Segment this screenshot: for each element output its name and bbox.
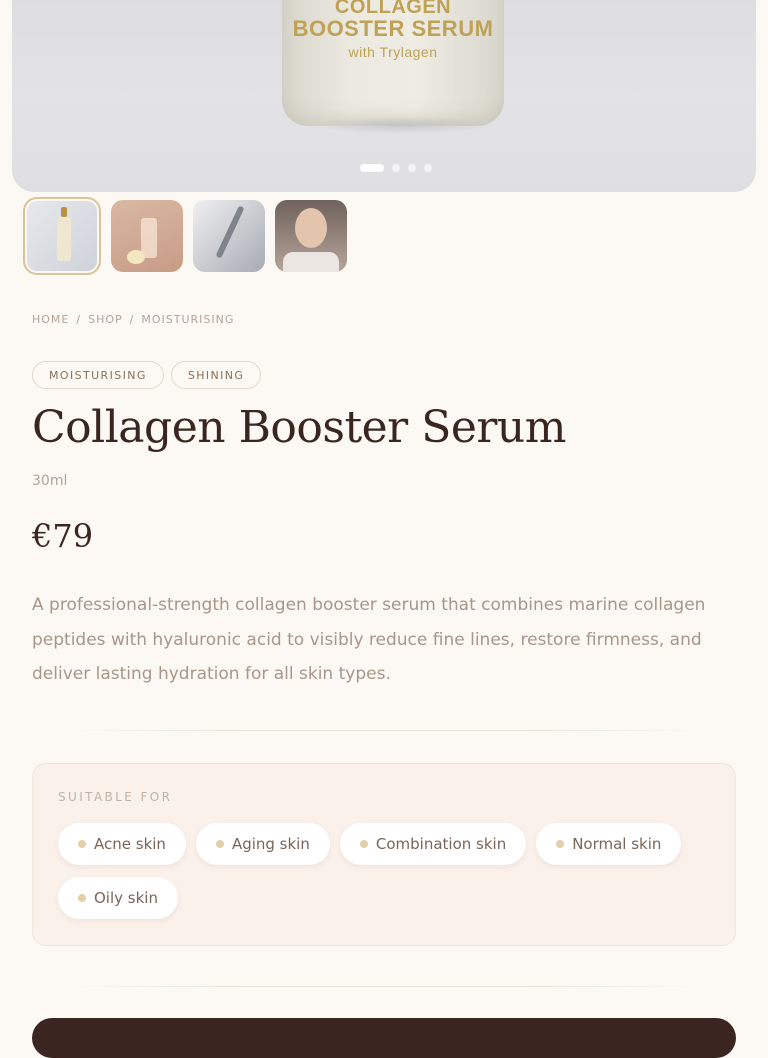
product-tags: MOISTURISING SHINING <box>32 361 262 389</box>
carousel-dot[interactable] <box>424 164 432 172</box>
skin-type-chip-oily: Oily skin <box>58 877 178 919</box>
bullet-dot-icon <box>556 840 565 848</box>
thumbnail-strip <box>23 197 347 275</box>
bottle-thumb-image <box>141 218 157 258</box>
bullet-dot-icon <box>359 840 368 848</box>
flower-image <box>127 250 145 264</box>
section-divider <box>64 986 704 987</box>
product-image-carousel[interactable]: COLLAGEN BOOSTER SERUM with Trylagen <box>12 0 756 192</box>
suitable-for-panel: SUITABLE FOR Acne skin Aging skin Combin… <box>32 763 736 946</box>
thumbnail-dropper[interactable] <box>193 200 265 272</box>
bottle-thumb-image <box>57 207 71 261</box>
breadcrumb-separator: / <box>76 313 82 326</box>
skin-type-label: Aging skin <box>231 835 310 853</box>
carousel-dot[interactable] <box>392 164 400 172</box>
carousel-dot[interactable] <box>408 164 416 172</box>
thumbnail-model-applying[interactable] <box>275 200 347 272</box>
skin-type-label: Acne skin <box>94 835 166 853</box>
carousel-dot-active[interactable] <box>360 164 384 172</box>
thumbnail-bottle-with-flowers[interactable] <box>111 200 183 272</box>
tag-shining[interactable]: SHINING <box>170 361 262 389</box>
product-title: Collagen Booster Serum <box>32 402 566 453</box>
skin-type-label: Combination skin <box>375 835 507 853</box>
skin-type-chip-normal: Normal skin <box>536 823 682 865</box>
breadcrumb-separator: / <box>129 313 135 326</box>
skin-type-chip-aging: Aging skin <box>195 823 330 865</box>
product-volume: 30ml <box>32 473 68 489</box>
bullet-dot-icon <box>215 840 224 848</box>
product-price: €79 <box>32 517 94 555</box>
breadcrumb-moisturising[interactable]: MOISTURISING <box>141 313 234 326</box>
bullet-dot-icon <box>78 840 86 848</box>
thumbnail-bottle-front[interactable] <box>23 197 101 275</box>
dropper-image <box>215 205 245 259</box>
product-description: A professional-strength collagen booster… <box>32 595 706 684</box>
serum-bottle-image: COLLAGEN BOOSTER SERUM with Trylagen <box>282 0 504 126</box>
breadcrumb-home[interactable]: HOME <box>32 313 69 326</box>
skin-type-label: Normal skin <box>572 835 662 853</box>
skin-type-label: Oily skin <box>94 889 158 907</box>
breadcrumb: HOME / SHOP / MOISTURISING <box>32 313 234 326</box>
suitable-for-label: SUITABLE FOR <box>58 790 173 804</box>
model-shirt-image <box>283 252 339 272</box>
skin-type-chip-acne: Acne skin <box>58 823 186 865</box>
bottle-label-line: with Trylagen <box>348 44 438 60</box>
skin-type-list: Acne skin Aging skin Combination skin No… <box>58 823 718 919</box>
skin-type-chip-combination: Combination skin <box>339 823 527 865</box>
carousel-pagination <box>360 164 432 172</box>
tag-moisturising[interactable]: MOISTURISING <box>32 361 164 389</box>
bottle-label-line: BOOSTER SERUM <box>292 16 494 41</box>
bullet-dot-icon <box>78 894 86 902</box>
model-face-image <box>295 208 327 248</box>
bottle-shadow <box>312 116 492 134</box>
breadcrumb-shop[interactable]: SHOP <box>88 313 123 326</box>
add-to-cart-button[interactable] <box>32 1018 736 1058</box>
section-divider <box>64 730 704 731</box>
